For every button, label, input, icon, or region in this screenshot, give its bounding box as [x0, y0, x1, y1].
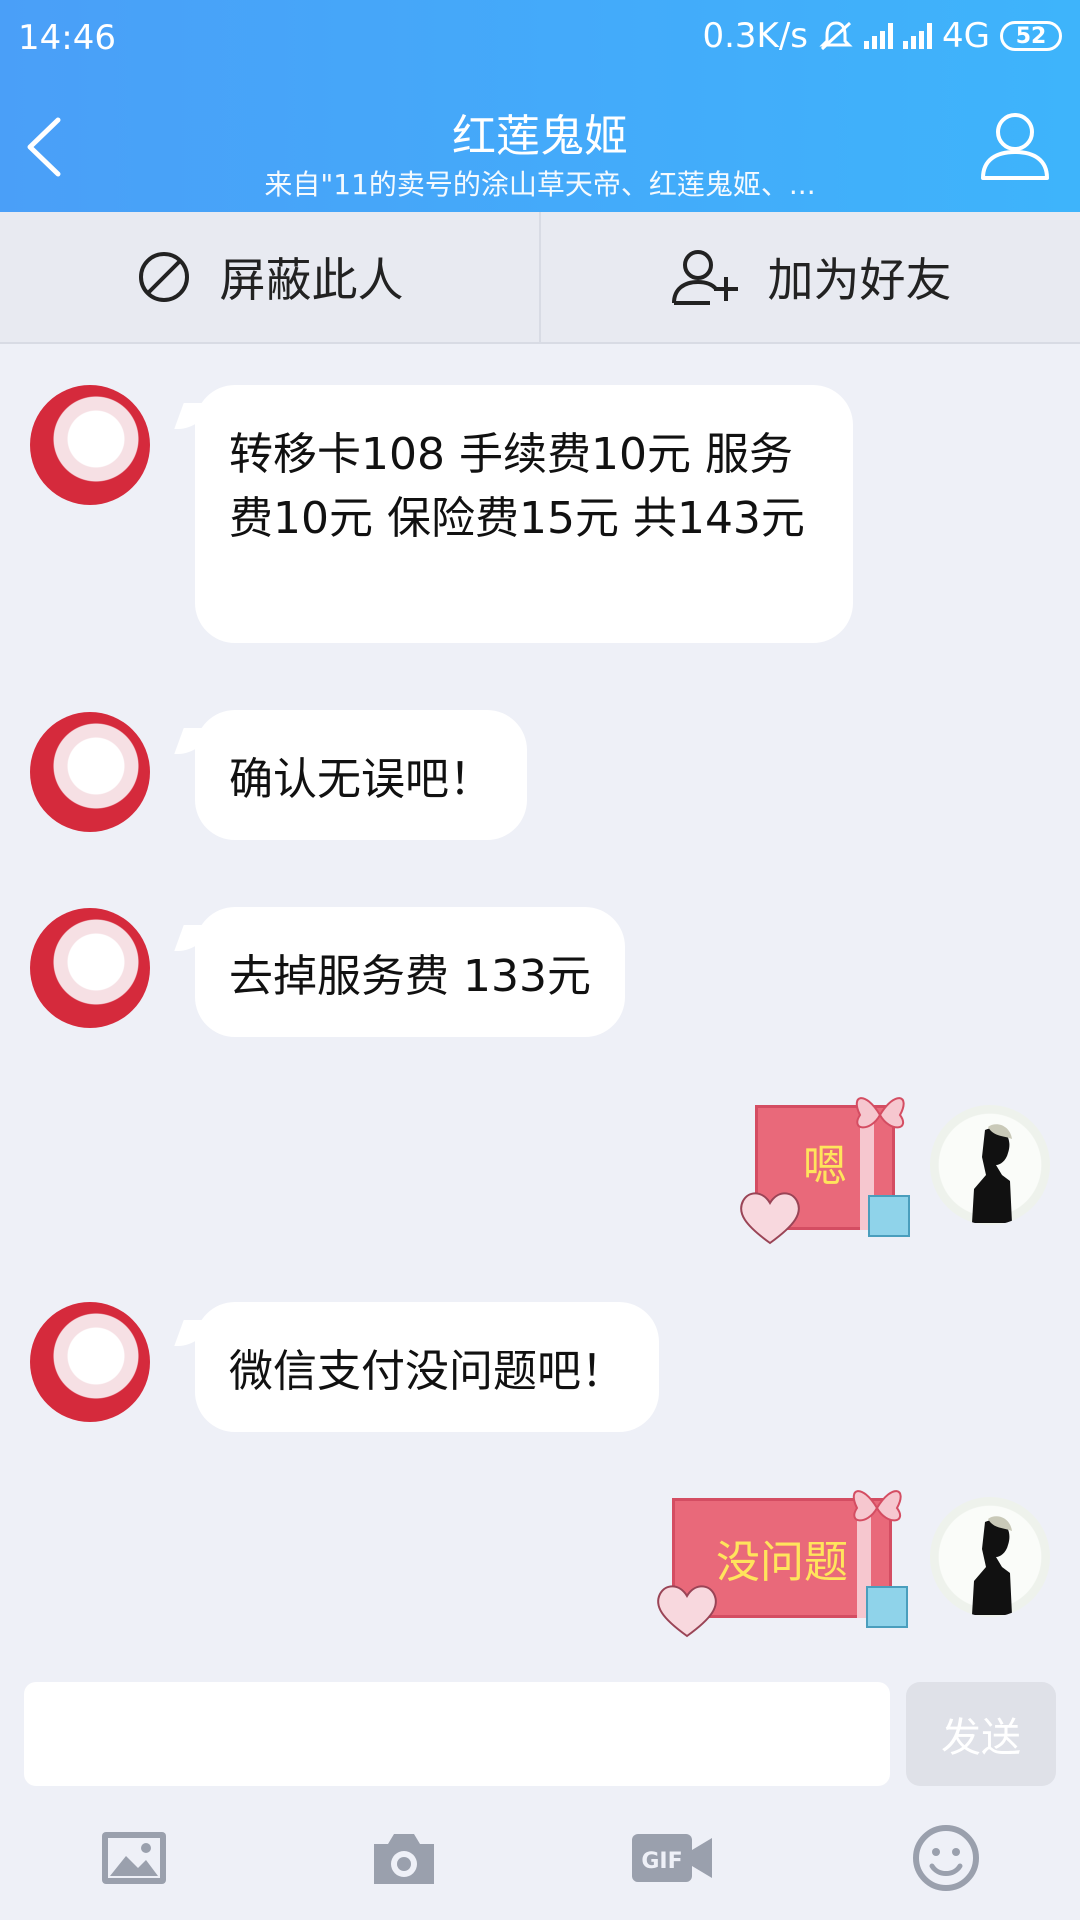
- add-friend-icon: [671, 250, 738, 305]
- sticker-message[interactable]: 嗯: [735, 1085, 915, 1250]
- contact-avatar[interactable]: [30, 1302, 150, 1422]
- small-gift: [868, 1195, 910, 1237]
- status-bar: 14:46 0.3K/s 4G 52: [0, 0, 1080, 75]
- contact-avatar[interactable]: [30, 908, 150, 1028]
- add-friend-label: 加为好友: [767, 253, 952, 307]
- sticker-message[interactable]: 没问题: [652, 1478, 917, 1638]
- message-bubble[interactable]: 确认无误吧！: [195, 710, 527, 840]
- add-friend-button[interactable]: 加为好友: [539, 212, 1080, 342]
- signal-icon-2: [903, 23, 933, 49]
- status-indicators: 0.3K/s 4G 52: [702, 16, 1062, 56]
- block-button[interactable]: 屏蔽此人: [0, 212, 539, 342]
- profile-icon[interactable]: [978, 108, 1052, 182]
- mute-icon: [819, 21, 853, 51]
- my-avatar[interactable]: [930, 1105, 1050, 1225]
- send-button[interactable]: 发送: [906, 1682, 1056, 1786]
- gif-icon[interactable]: GIF: [630, 1822, 714, 1894]
- contact-avatar[interactable]: [30, 712, 150, 832]
- emoji-icon[interactable]: [910, 1822, 982, 1894]
- stranger-action-bar: 屏蔽此人 加为好友: [0, 212, 1080, 344]
- person-silhouette-icon: [972, 1124, 1012, 1223]
- block-label: 屏蔽此人: [219, 253, 404, 307]
- message-input[interactable]: [24, 1682, 890, 1786]
- net-speed: 0.3K/s: [702, 16, 809, 56]
- chat-subtitle: 来自"11的卖号的涂山草天帝、红莲鬼姬、...: [264, 168, 816, 201]
- message-bubble[interactable]: 去掉服务费 133元: [195, 907, 625, 1037]
- network-type: 4G: [942, 16, 990, 56]
- sticker-text: 嗯: [803, 1141, 847, 1192]
- my-avatar[interactable]: [930, 1497, 1050, 1617]
- signal-icon: [864, 23, 894, 49]
- heart-icon: [740, 1192, 800, 1245]
- battery-icon: 52: [1000, 21, 1062, 51]
- svg-text:GIF: GIF: [641, 1849, 682, 1874]
- chat-header: 14:46 0.3K/s 4G 52 红莲鬼姬 来自"11的卖号的涂山草天帝、红…: [0, 0, 1080, 212]
- status-time: 14:46: [18, 18, 116, 58]
- chat-title: 红莲鬼姬: [452, 111, 628, 162]
- sticker-text: 没问题: [716, 1537, 848, 1588]
- message-bubble[interactable]: 转移卡108 手续费10元 服务费10元 保险费15元 共143元: [195, 385, 853, 643]
- message-bubble[interactable]: 微信支付没问题吧！: [195, 1302, 659, 1432]
- contact-avatar[interactable]: [30, 385, 150, 505]
- image-icon[interactable]: [98, 1822, 170, 1894]
- small-gift: [866, 1586, 908, 1628]
- block-icon: [138, 252, 189, 302]
- composer-toolbar: GIF: [0, 1822, 1080, 1902]
- composer: 发送: [0, 1680, 1080, 1790]
- camera-icon[interactable]: [368, 1822, 440, 1894]
- person-silhouette-icon: [972, 1516, 1012, 1615]
